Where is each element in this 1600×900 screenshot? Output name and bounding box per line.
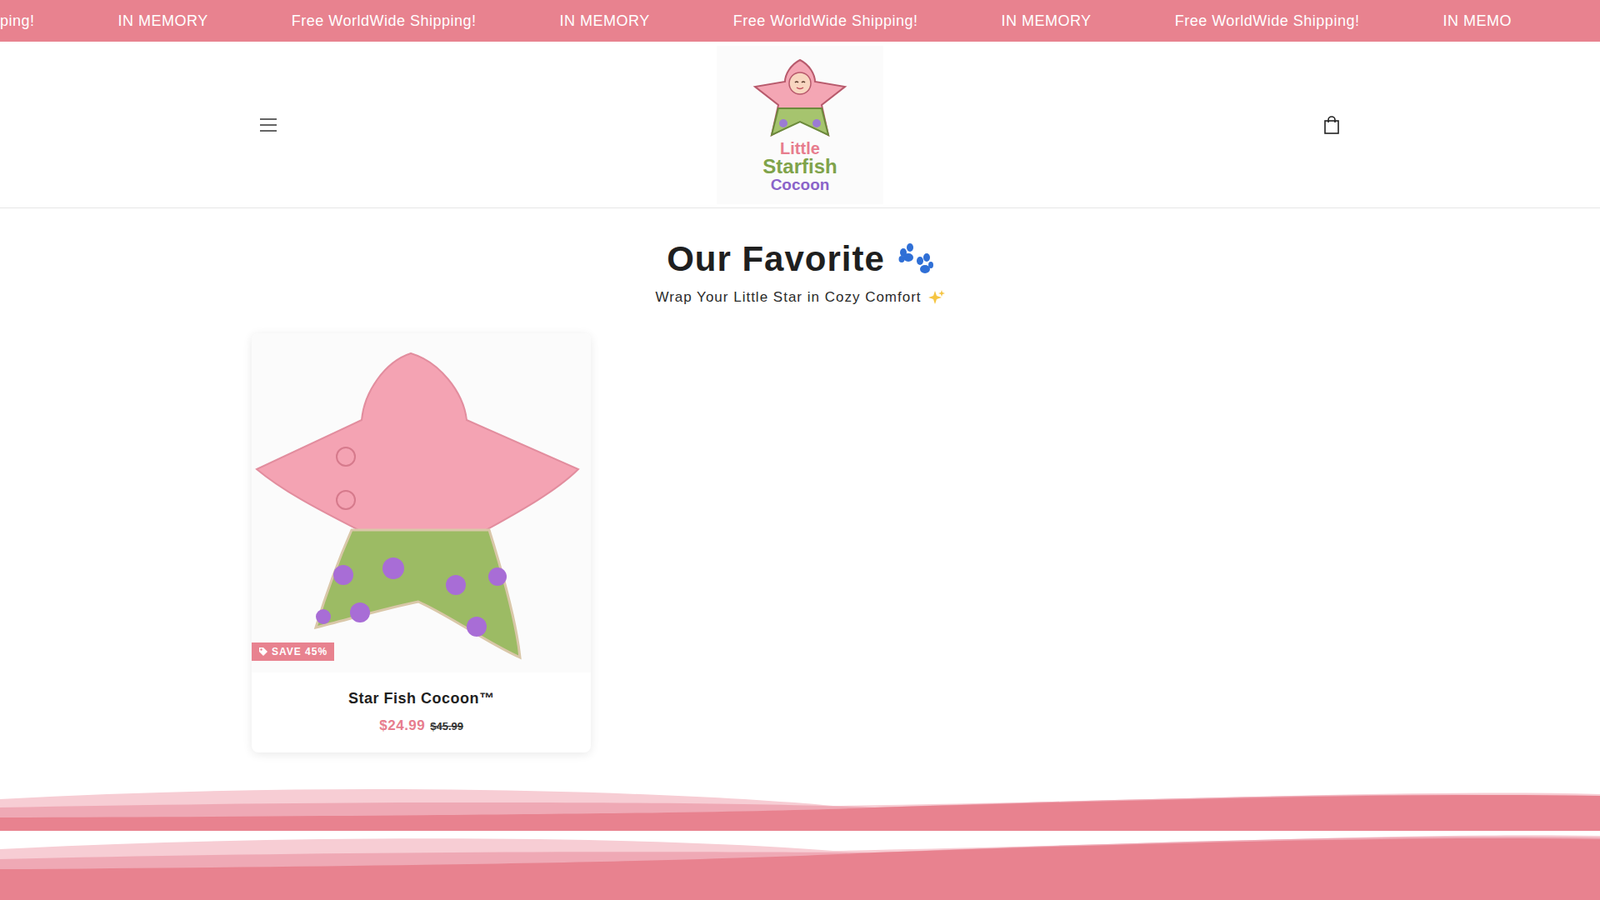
hamburger-icon: [259, 117, 278, 133]
announcement-item: Free WorldWide Shipping!: [1175, 10, 1360, 33]
compare-price: $45.99: [430, 718, 464, 735]
starfish-logo-icon: [750, 56, 850, 140]
announcement-track: ping! IN MEMORY Free WorldWide Shipping! IN…: [0, 10, 1512, 33]
cart-button[interactable]: [1315, 108, 1349, 142]
announcement-item: IN MEMORY: [118, 10, 209, 33]
paw-icon: [895, 242, 934, 276]
logo[interactable]: Little Starfish Cocoon: [716, 45, 884, 205]
logo-text: Little: [780, 140, 820, 157]
section-subtitle: Wrap Your Little Star in Cozy Comfort: [655, 286, 921, 309]
logo-text: Cocoon: [770, 176, 830, 193]
announcement-item: Free WorldWide Shipping!: [733, 10, 919, 33]
menu-button[interactable]: [251, 108, 285, 142]
announcement-item: IN MEMORY: [1000, 10, 1091, 33]
announcement-item: ping!: [0, 10, 35, 33]
site-header: Little Starfish Cocoon: [0, 41, 1600, 209]
wave-decoration-icon: [0, 782, 1600, 900]
sparkles-icon: [928, 289, 945, 306]
text: SAVE 45%: [271, 646, 328, 657]
announcement-item: IN MEMO: [1442, 10, 1512, 33]
tag-icon: [258, 646, 269, 657]
announcement-item: IN MEMORY: [560, 10, 650, 33]
announcement-bar: ping! IN MEMORY Free WorldWide Shipping! IN…: [0, 0, 1600, 42]
logo-text: Starfish: [762, 156, 837, 177]
sale-price: $24.99: [379, 715, 425, 737]
product-card[interactable]: SAVE 45% Star Fish Cocoon™ $24.99 $45.99: [251, 333, 591, 754]
discount-badge: SAVE 45%: [251, 642, 335, 661]
starfish-cocoon-icon: [251, 333, 591, 673]
announcement-item: Free WorldWide Shipping!: [291, 10, 477, 33]
product-image: SAVE 45%: [251, 333, 591, 673]
wave-footer: [0, 782, 1600, 900]
section-title: Our Favorite: [666, 238, 885, 280]
product-title[interactable]: Star Fish Cocoon™: [348, 687, 495, 710]
featured-section: Our Favorite Wrap Your Little Star in Co…: [251, 208, 1349, 753]
cart-bag-icon: [1323, 115, 1340, 135]
